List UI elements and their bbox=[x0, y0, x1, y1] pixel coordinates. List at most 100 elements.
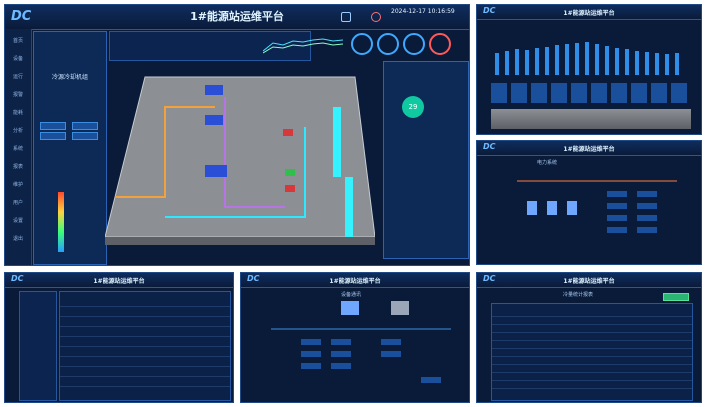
comm-node bbox=[331, 351, 351, 357]
floor-edge bbox=[105, 237, 375, 245]
p2-bar bbox=[625, 49, 629, 75]
p4-topbar: DC 1#能源站运维平台 bbox=[5, 273, 233, 288]
sidebar-item[interactable]: 退出 bbox=[7, 235, 29, 242]
sidebar-item[interactable]: 系统 bbox=[7, 145, 29, 152]
table-row bbox=[492, 320, 692, 325]
p3-topbar: DC 1#能源站运维平台 bbox=[477, 141, 701, 156]
p2-bar bbox=[535, 48, 539, 75]
cooling-tube bbox=[333, 107, 341, 177]
p2-bar bbox=[615, 48, 619, 75]
table-row bbox=[492, 336, 692, 341]
p2-bar bbox=[585, 42, 589, 75]
pump-red-1 bbox=[283, 129, 293, 136]
p5-topbar: DC 1#能源站运维平台 bbox=[241, 273, 469, 288]
power-icon[interactable] bbox=[371, 12, 381, 22]
trend-line-2 bbox=[263, 42, 343, 54]
p4-title: 1#能源站运维平台 bbox=[93, 278, 145, 285]
network-diagram bbox=[271, 301, 451, 383]
p4-table bbox=[59, 291, 231, 401]
p2-bar bbox=[545, 47, 549, 75]
gauge-3 bbox=[403, 33, 425, 55]
p2-bar bbox=[525, 50, 529, 75]
p2-bar bbox=[595, 44, 599, 75]
p2-bar bbox=[635, 51, 639, 75]
chiller-unit-1 bbox=[205, 85, 223, 95]
gauge-4 bbox=[429, 33, 451, 55]
panel-power-system: DC 1#能源站运维平台 电力系统 bbox=[476, 140, 702, 265]
breaker-card bbox=[637, 191, 657, 197]
comm-node bbox=[331, 339, 351, 345]
comm-node bbox=[381, 351, 401, 357]
breaker-card bbox=[607, 203, 627, 209]
p2-bar-chart bbox=[491, 35, 691, 75]
sidebar-item[interactable]: 报表 bbox=[7, 163, 29, 170]
table-row bbox=[492, 328, 692, 333]
plant-floor-diagram bbox=[105, 76, 375, 245]
p2-topbar: DC 1#能源站运维平台 bbox=[477, 5, 701, 20]
transformer-1 bbox=[527, 201, 537, 215]
settings-icon[interactable] bbox=[341, 12, 351, 22]
p2-bar bbox=[515, 49, 519, 75]
p6-table bbox=[491, 303, 693, 401]
p4-tree bbox=[19, 291, 57, 401]
p2-bar bbox=[675, 53, 679, 75]
sidebar-item[interactable]: 维护 bbox=[7, 181, 29, 188]
table-row bbox=[60, 322, 230, 327]
comm-node bbox=[331, 363, 351, 369]
panel-device-list: DC 1#能源站运维平台 bbox=[4, 272, 234, 403]
sidebar-item[interactable]: 分析 bbox=[7, 127, 29, 134]
table-row bbox=[492, 376, 692, 381]
table-row bbox=[60, 362, 230, 367]
pump-red-2 bbox=[285, 185, 295, 192]
sidebar-item[interactable]: 设置 bbox=[7, 217, 29, 224]
comm-node bbox=[301, 339, 321, 345]
table-row bbox=[60, 332, 230, 337]
p2-bar bbox=[565, 44, 569, 75]
p2-bar bbox=[665, 54, 669, 75]
efficiency-badge: 29 bbox=[402, 96, 424, 118]
comm-node bbox=[381, 339, 401, 345]
chiller-unit-2 bbox=[205, 115, 223, 125]
transformer-3 bbox=[567, 201, 577, 215]
p2-bar bbox=[505, 51, 509, 75]
sidebar-item[interactable]: 报警 bbox=[7, 91, 29, 98]
p2-bar bbox=[495, 53, 499, 75]
temperature-scale-bar bbox=[58, 192, 64, 252]
server-rack bbox=[341, 301, 359, 315]
p2-floor-strip bbox=[491, 109, 691, 129]
breaker-card bbox=[637, 215, 657, 221]
server-rack bbox=[391, 301, 409, 315]
sidebar-item[interactable]: 能耗 bbox=[7, 109, 29, 116]
p6-title: 1#能源站运维平台 bbox=[563, 278, 615, 285]
table-row bbox=[492, 352, 692, 357]
breaker-card bbox=[637, 227, 657, 233]
table-row bbox=[492, 344, 692, 349]
mode-button-4[interactable] bbox=[72, 132, 98, 140]
p2-bar bbox=[575, 43, 579, 75]
cooling-tube-2 bbox=[345, 177, 353, 237]
gauge-1 bbox=[351, 33, 373, 55]
p6-subtitle: 冷量统计报表 bbox=[563, 292, 594, 298]
mode-button-1[interactable] bbox=[40, 122, 66, 130]
breaker-card bbox=[637, 203, 657, 209]
trend-chart bbox=[263, 38, 343, 54]
sidebar-item[interactable]: 用户 bbox=[7, 199, 29, 206]
table-row bbox=[60, 382, 230, 387]
p5-subtitle: 设备通讯 bbox=[341, 292, 362, 298]
p3-subtitle: 电力系统 bbox=[537, 160, 558, 166]
right-info-panel: 29 bbox=[383, 61, 469, 259]
panel-cooling-report: DC 1#能源站运维平台 冷量统计报表 bbox=[476, 272, 702, 403]
pump-green-1 bbox=[285, 169, 295, 176]
sidebar-item[interactable]: 首页 bbox=[7, 37, 29, 44]
sidebar-item[interactable]: 设备 bbox=[7, 55, 29, 62]
table-row bbox=[492, 312, 692, 317]
mode-button-3[interactable] bbox=[40, 132, 66, 140]
table-row bbox=[60, 302, 230, 307]
mode-button-2[interactable] bbox=[72, 122, 98, 130]
export-button[interactable] bbox=[663, 293, 689, 301]
chiller-unit-3 bbox=[205, 165, 227, 177]
p2-bar bbox=[605, 46, 609, 75]
sidebar-item[interactable]: 运行 bbox=[7, 73, 29, 80]
main-sidebar: 首页设备运行报警能耗分析系统报表维护用户设置退出 bbox=[5, 29, 32, 265]
gauge-2 bbox=[377, 33, 399, 55]
